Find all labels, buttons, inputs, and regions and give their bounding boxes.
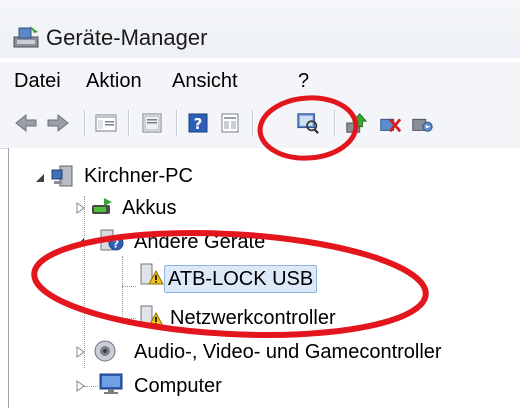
window-title: Geräte-Manager <box>46 25 208 50</box>
svg-text:?: ? <box>194 115 203 133</box>
tree-node-netzwerkcontroller[interactable]: Netzwerkcontroller <box>166 303 340 333</box>
tree-node-atb-lock-usb[interactable]: ATB-LOCK USB <box>164 264 318 294</box>
collapsed-triangle-icon[interactable] <box>74 380 86 392</box>
menu-bar: Datei Aktion Ansicht ? <box>0 62 520 103</box>
toolbar: ? <box>0 102 520 149</box>
expanded-triangle-icon[interactable] <box>74 236 86 248</box>
svg-text:?: ? <box>113 238 119 251</box>
menu-help[interactable]: ? <box>298 68 309 94</box>
computer-icon <box>51 165 73 187</box>
menu-datei[interactable]: Datei <box>14 68 61 94</box>
tree-line <box>122 256 123 318</box>
monitor-icon <box>99 373 123 394</box>
scan-hardware-icon[interactable] <box>296 111 320 135</box>
speaker-icon <box>94 340 116 362</box>
device-manager-icon <box>13 26 39 48</box>
view-icon[interactable] <box>218 111 242 135</box>
tree-border <box>8 148 9 408</box>
computer-label: Computer <box>134 375 222 397</box>
tree-node-computer[interactable]: Computer <box>130 371 226 401</box>
tree-line <box>122 286 136 287</box>
tree-node-andere-geraete[interactable]: Andere Geräte <box>130 227 269 257</box>
tree-line <box>84 196 85 368</box>
help-icon[interactable]: ? <box>186 111 210 135</box>
audio-label: Audio-, Video- und Gamecontroller <box>134 341 442 363</box>
akkus-label: Akkus <box>122 197 177 219</box>
update-driver-icon[interactable] <box>344 111 368 135</box>
tree-line <box>84 386 98 387</box>
tree-line <box>122 318 136 319</box>
tree-node-root[interactable]: Kirchner-PC <box>80 161 197 191</box>
tree-node-akkus[interactable]: Akkus <box>118 193 180 223</box>
collapsed-triangle-icon[interactable] <box>74 346 86 358</box>
expanded-triangle-icon[interactable] <box>34 172 46 184</box>
show-hide-console-tree-icon[interactable] <box>94 111 118 135</box>
properties-icon[interactable] <box>140 111 164 135</box>
warning-device-icon <box>140 305 164 327</box>
tree-node-audio[interactable]: Audio-, Video- und Gamecontroller <box>130 337 446 367</box>
back-arrow-icon[interactable] <box>14 111 38 135</box>
andere-geraete-label: Andere Geräte <box>134 231 266 253</box>
atb-lock-usb-label: ATB-LOCK USB <box>164 265 318 293</box>
forward-arrow-icon[interactable] <box>46 111 70 135</box>
collapsed-triangle-icon[interactable] <box>74 202 86 214</box>
title-bar: Geräte-Manager <box>0 0 520 58</box>
warning-device-icon <box>140 263 164 285</box>
menu-aktion[interactable]: Aktion <box>86 68 142 94</box>
unknown-device-icon: ? <box>100 229 124 251</box>
menu-ansicht[interactable]: Ansicht <box>172 68 238 94</box>
root-label: Kirchner-PC <box>84 165 193 187</box>
disable-device-icon[interactable] <box>410 111 434 135</box>
battery-icon <box>92 198 112 214</box>
netzwerkcontroller-label: Netzwerkcontroller <box>170 307 336 329</box>
uninstall-icon[interactable] <box>378 111 402 135</box>
